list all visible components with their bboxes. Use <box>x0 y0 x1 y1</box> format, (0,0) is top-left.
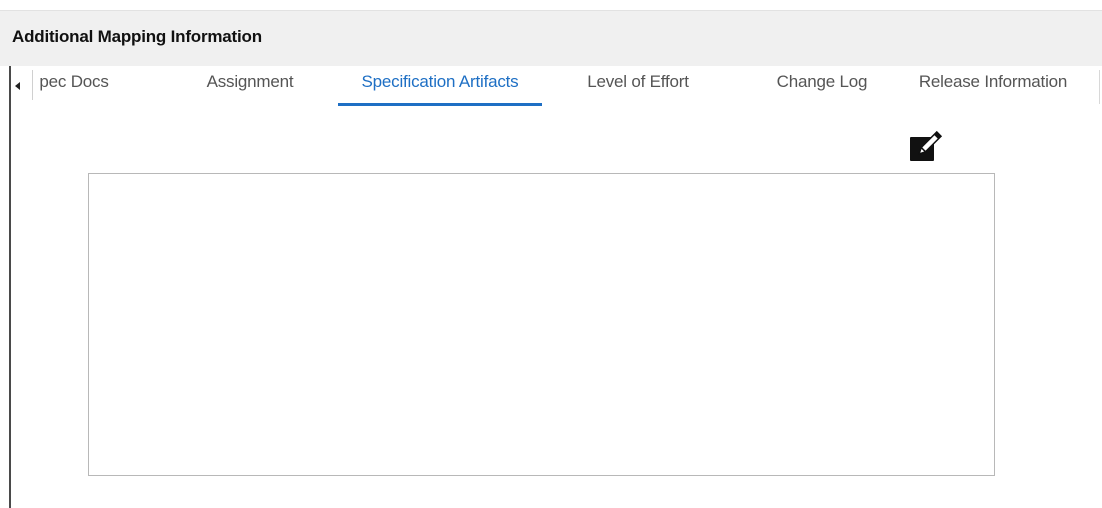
tab-spec-docs[interactable]: pec Docs <box>32 72 116 106</box>
edit-pencil-icon <box>910 130 943 161</box>
edit-button[interactable] <box>909 130 943 164</box>
mapping-info-panel: Additional Mapping Information pec Docs … <box>0 0 1102 508</box>
caret-left-icon[interactable] <box>15 82 20 90</box>
tab-release-information[interactable]: Release Information <box>904 72 1082 106</box>
tab-bar-right-edge <box>1099 70 1100 104</box>
tab-assignment[interactable]: Assignment <box>199 72 301 106</box>
tab-level-of-effort[interactable]: Level of Effort <box>579 72 697 106</box>
top-strip <box>0 0 1102 10</box>
panel-left-border <box>9 66 11 508</box>
tab-bar: pec Docs Assignment Specification Artifa… <box>11 66 1102 106</box>
panel-title: Additional Mapping Information <box>12 27 262 46</box>
specification-artifacts-content <box>88 173 995 476</box>
tab-change-log[interactable]: Change Log <box>769 72 875 106</box>
tab-specification-artifacts[interactable]: Specification Artifacts <box>338 72 542 106</box>
panel-header: Additional Mapping Information <box>0 10 1102 66</box>
